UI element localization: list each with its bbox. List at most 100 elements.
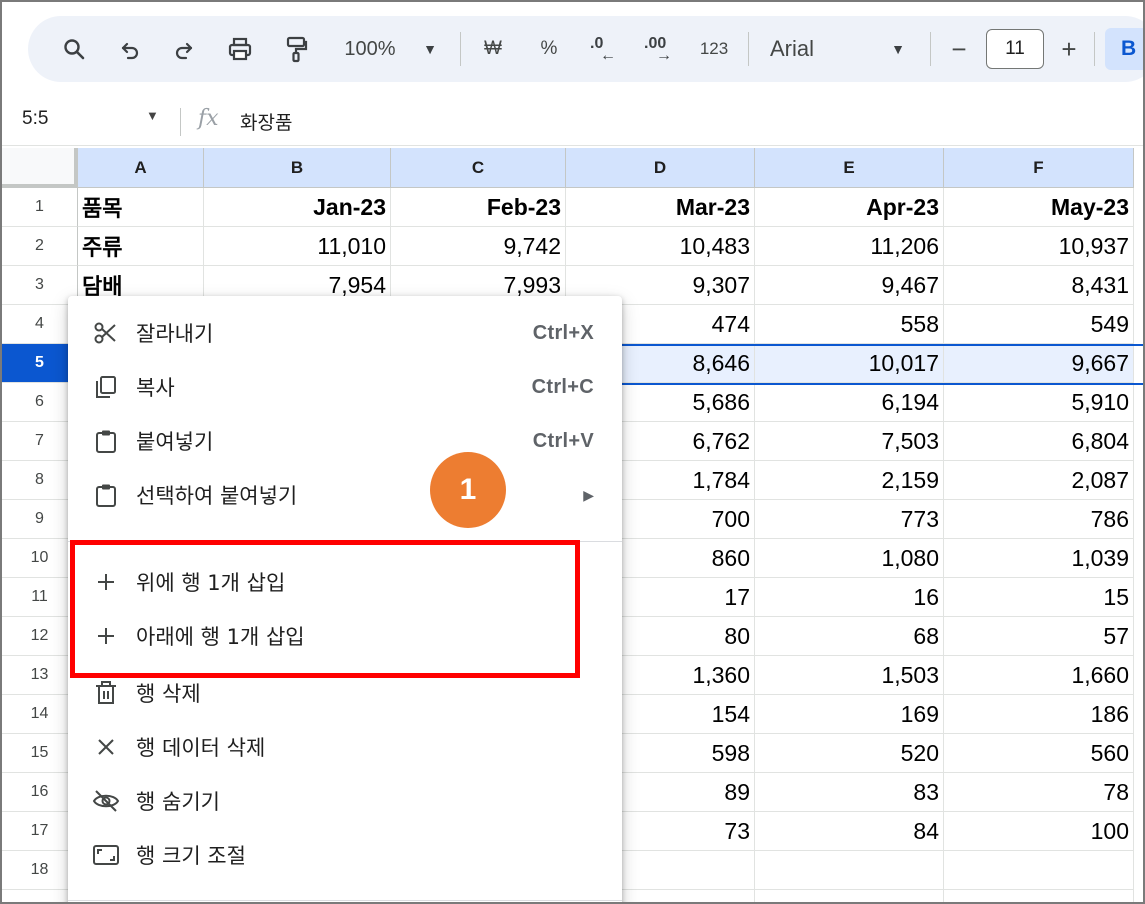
row-header-8[interactable]: 8 xyxy=(2,461,78,500)
print-icon[interactable] xyxy=(220,16,260,82)
formula-input[interactable]: 화장품 xyxy=(240,108,292,135)
cell-e1[interactable]: Apr-23 xyxy=(755,188,944,227)
name-box-dropdown-icon[interactable]: ▼ xyxy=(146,108,159,123)
currency-format-button[interactable]: ₩ xyxy=(476,16,510,82)
menu-item-paste[interactable]: 붙여넣기 Ctrl+V xyxy=(68,414,622,468)
select-all-corner[interactable] xyxy=(2,148,78,188)
row-header-2[interactable]: 2 xyxy=(2,227,78,266)
cell-c1[interactable]: Feb-23 xyxy=(391,188,566,227)
cell-f4[interactable]: 549 xyxy=(944,305,1134,344)
cell-f18[interactable] xyxy=(944,851,1134,890)
cell-d2[interactable]: 10,483 xyxy=(566,227,755,266)
cell-d1[interactable]: Mar-23 xyxy=(566,188,755,227)
cell-e12[interactable]: 68 xyxy=(755,617,944,656)
cell-e14[interactable]: 169 xyxy=(755,695,944,734)
row-header-7[interactable]: 7 xyxy=(2,422,78,461)
row-header-13[interactable]: 13 xyxy=(2,656,78,695)
undo-icon[interactable] xyxy=(112,16,148,82)
cell-e11[interactable]: 16 xyxy=(755,578,944,617)
cell-f16[interactable]: 78 xyxy=(944,773,1134,812)
menu-item-resize-row[interactable]: 행 크기 조절 xyxy=(68,828,622,882)
cell-b1[interactable]: Jan-23 xyxy=(204,188,391,227)
cell-a1[interactable]: 품목 xyxy=(78,188,204,227)
column-header-e[interactable]: E xyxy=(755,148,944,188)
row-header-17[interactable]: 17 xyxy=(2,812,78,851)
cell-e9[interactable]: 773 xyxy=(755,500,944,539)
cell-f2[interactable]: 10,937 xyxy=(944,227,1134,266)
font-size-input[interactable]: 11 xyxy=(986,29,1044,69)
decrease-decimal-button[interactable]: .0 ← xyxy=(584,16,628,82)
cell-a2[interactable]: 주류 xyxy=(78,227,204,266)
cell-e18[interactable] xyxy=(755,851,944,890)
number-format-button[interactable]: 123 xyxy=(692,16,736,82)
cell-e5[interactable]: 10,017 xyxy=(755,344,944,383)
cell-f14[interactable]: 186 xyxy=(944,695,1134,734)
cell-f15[interactable]: 560 xyxy=(944,734,1134,773)
cell-f3[interactable]: 8,431 xyxy=(944,266,1134,305)
font-dropdown-icon[interactable]: ▼ xyxy=(886,16,910,82)
cell-e4[interactable]: 558 xyxy=(755,305,944,344)
cell-f19[interactable] xyxy=(944,890,1134,902)
menu-item-cut[interactable]: 잘라내기 Ctrl+X xyxy=(68,306,622,360)
cell-f11[interactable]: 15 xyxy=(944,578,1134,617)
row-header-15[interactable]: 15 xyxy=(2,734,78,773)
row-header-16[interactable]: 16 xyxy=(2,773,78,812)
row-header-4[interactable]: 4 xyxy=(2,305,78,344)
cell-e3[interactable]: 9,467 xyxy=(755,266,944,305)
bold-button[interactable]: B xyxy=(1105,28,1143,70)
increase-font-size-button[interactable]: + xyxy=(1054,16,1084,82)
cell-f17[interactable]: 100 xyxy=(944,812,1134,851)
cell-e6[interactable]: 6,194 xyxy=(755,383,944,422)
cell-f5[interactable]: 9,667 xyxy=(944,344,1134,383)
row-header-10[interactable]: 10 xyxy=(2,539,78,578)
cell-e10[interactable]: 1,080 xyxy=(755,539,944,578)
row-header-12[interactable]: 12 xyxy=(2,617,78,656)
cell-b2[interactable]: 11,010 xyxy=(204,227,391,266)
cell-e16[interactable]: 83 xyxy=(755,773,944,812)
row-header-3[interactable]: 3 xyxy=(2,266,78,305)
cell-f10[interactable]: 1,039 xyxy=(944,539,1134,578)
column-header-f[interactable]: F xyxy=(944,148,1134,188)
name-box[interactable]: 5:5 xyxy=(22,108,48,130)
cell-e19[interactable] xyxy=(755,890,944,902)
row-header-5[interactable]: 5 xyxy=(2,344,78,383)
search-icon[interactable] xyxy=(54,16,94,82)
menu-item-paste-special[interactable]: 선택하여 붙여넣기 ▶ xyxy=(68,468,622,522)
row-header-11[interactable]: 11 xyxy=(2,578,78,617)
increase-decimal-button[interactable]: .00 → xyxy=(640,16,684,82)
cell-c2[interactable]: 9,742 xyxy=(391,227,566,266)
cell-e17[interactable]: 84 xyxy=(755,812,944,851)
row-header-19[interactable]: 19 xyxy=(2,890,78,902)
row-header-1[interactable]: 1 xyxy=(2,188,78,227)
decrease-font-size-button[interactable]: − xyxy=(944,16,974,82)
cell-f12[interactable]: 57 xyxy=(944,617,1134,656)
menu-item-clear-row[interactable]: 행 데이터 삭제 xyxy=(68,720,622,774)
font-family-select[interactable]: Arial xyxy=(770,16,840,82)
percent-format-button[interactable]: % xyxy=(532,16,566,82)
row-header-18[interactable]: 18 xyxy=(2,851,78,890)
column-header-a[interactable]: A xyxy=(78,148,204,188)
paint-format-icon[interactable] xyxy=(276,16,316,82)
column-header-b[interactable]: B xyxy=(204,148,391,188)
column-header-c[interactable]: C xyxy=(391,148,566,188)
cell-f8[interactable]: 2,087 xyxy=(944,461,1134,500)
zoom-select[interactable]: 100% xyxy=(332,16,408,82)
cell-e15[interactable]: 520 xyxy=(755,734,944,773)
row-header-14[interactable]: 14 xyxy=(2,695,78,734)
row-header-9[interactable]: 9 xyxy=(2,500,78,539)
cell-e2[interactable]: 11,206 xyxy=(755,227,944,266)
cell-f13[interactable]: 1,660 xyxy=(944,656,1134,695)
cell-e8[interactable]: 2,159 xyxy=(755,461,944,500)
cell-f6[interactable]: 5,910 xyxy=(944,383,1134,422)
cell-e13[interactable]: 1,503 xyxy=(755,656,944,695)
redo-icon[interactable] xyxy=(166,16,202,82)
menu-item-copy[interactable]: 복사 Ctrl+C xyxy=(68,360,622,414)
row-header-6[interactable]: 6 xyxy=(2,383,78,422)
column-header-d[interactable]: D xyxy=(566,148,755,188)
cell-f1[interactable]: May-23 xyxy=(944,188,1134,227)
menu-item-hide-row[interactable]: 행 숨기기 xyxy=(68,774,622,828)
cell-e7[interactable]: 7,503 xyxy=(755,422,944,461)
cell-f7[interactable]: 6,804 xyxy=(944,422,1134,461)
zoom-dropdown-icon[interactable]: ▼ xyxy=(418,16,442,82)
cell-f9[interactable]: 786 xyxy=(944,500,1134,539)
